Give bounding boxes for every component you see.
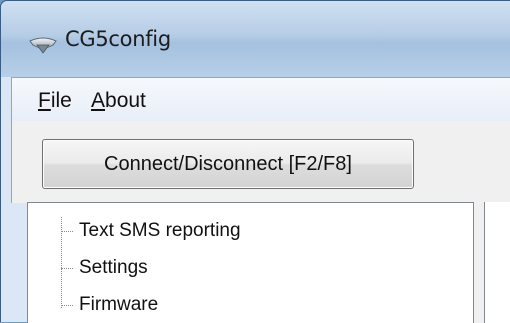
menu-about-mnemonic: A [91, 89, 106, 112]
menu-file-label: ile [50, 89, 72, 112]
connect-disconnect-button[interactable]: Connect/Disconnect [F2/F8] [42, 139, 414, 189]
tree-branch-line [61, 304, 73, 306]
menu-about[interactable]: About [91, 89, 146, 113]
navigation-tree[interactable]: Text SMS reporting Settings Firmware [27, 202, 474, 323]
tree-branch-line [61, 267, 73, 269]
tree-item-label: Settings [79, 257, 148, 278]
tree-branch-line [61, 230, 73, 232]
tree-item-firmware[interactable]: Firmware [61, 292, 158, 318]
window-title: CG5config [65, 27, 171, 51]
menu-file-mnemonic: F [38, 89, 51, 112]
menu-bar: File About [11, 77, 510, 121]
tree-item-text-sms-reporting[interactable]: Text SMS reporting [61, 218, 241, 244]
content-panel [484, 202, 510, 323]
app-window: CG5config File About Connect/Disconnect … [0, 0, 510, 323]
menu-about-label: bout [105, 89, 146, 112]
tree-item-label: Firmware [79, 294, 159, 315]
title-bar[interactable]: CG5config [1, 1, 510, 77]
panel-splitter[interactable] [474, 202, 484, 323]
menu-file[interactable]: File [38, 89, 72, 113]
tree-item-label: Text SMS reporting [79, 220, 241, 241]
app-icon [29, 36, 57, 54]
tree-item-settings[interactable]: Settings [61, 255, 148, 281]
